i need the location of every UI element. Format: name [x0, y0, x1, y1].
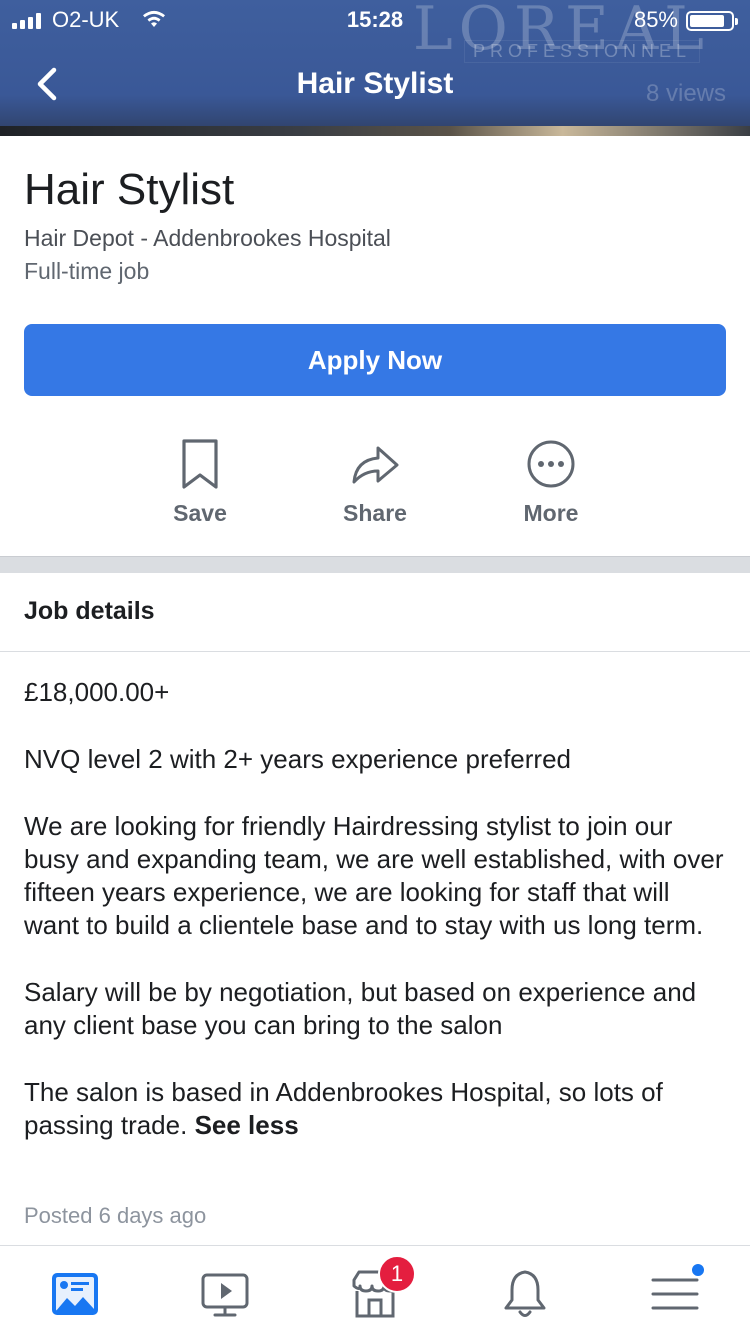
- job-title: Hair Stylist: [24, 165, 235, 214]
- job-company[interactable]: Hair Depot - Addenbrookes Hospital: [24, 225, 391, 252]
- job-details-header: Job details: [0, 573, 750, 652]
- header-title: Hair Stylist: [296, 67, 454, 100]
- status-bar: O2-UK 15:28 85%: [0, 0, 750, 40]
- navigation-header: LOREAL PROFESSIONNEL 8 views O2-UK 15:28…: [0, 0, 750, 136]
- more-button[interactable]: More: [476, 436, 626, 536]
- more-dots-icon: [527, 440, 575, 488]
- requirement-text: NVQ level 2 with 2+ years experience pre…: [24, 744, 571, 774]
- share-arrow-icon: [352, 446, 399, 484]
- job-details-body: £18,000.00+ NVQ level 2 with 2+ years ex…: [24, 676, 726, 1176]
- marketplace-badge: 1: [378, 1255, 416, 1293]
- bookmark-icon: [182, 439, 218, 489]
- job-type: Full-time job: [24, 258, 150, 284]
- save-button[interactable]: Save: [125, 436, 275, 536]
- news-feed-icon[interactable]: [45, 1264, 105, 1324]
- location-text: The salon is based in Addenbrookes Hospi…: [24, 1077, 663, 1140]
- salary-text: £18,000.00+: [24, 677, 170, 707]
- background-brand-subtext: PROFESSIONNEL: [463, 40, 700, 63]
- share-label: Share: [343, 500, 407, 526]
- apply-now-button[interactable]: Apply Now: [24, 324, 726, 396]
- share-button[interactable]: Share: [300, 436, 450, 536]
- more-label: More: [523, 500, 579, 526]
- posted-date: Posted 6 days ago: [24, 1203, 207, 1228]
- description-paragraph: We are looking for friendly Hairdressing…: [24, 811, 724, 940]
- watch-icon[interactable]: [195, 1264, 255, 1324]
- see-less-link[interactable]: See less: [195, 1110, 299, 1140]
- menu-notification-dot: [690, 1262, 706, 1278]
- battery-percentage: 85%: [633, 7, 678, 32]
- cover-photo-strip: [0, 126, 750, 136]
- section-separator: [0, 556, 750, 573]
- bottom-tab-bar: [0, 1245, 750, 1334]
- location-paragraph: The salon is based in Addenbrookes Hospi…: [24, 1076, 726, 1142]
- save-label: Save: [173, 500, 227, 526]
- action-row: Save Share More: [0, 436, 750, 536]
- battery-icon: [686, 11, 738, 31]
- salary-paragraph: Salary will be by negotiation, but based…: [24, 977, 697, 1040]
- notifications-icon[interactable]: [495, 1264, 555, 1324]
- job-details-title: Job details: [24, 597, 155, 625]
